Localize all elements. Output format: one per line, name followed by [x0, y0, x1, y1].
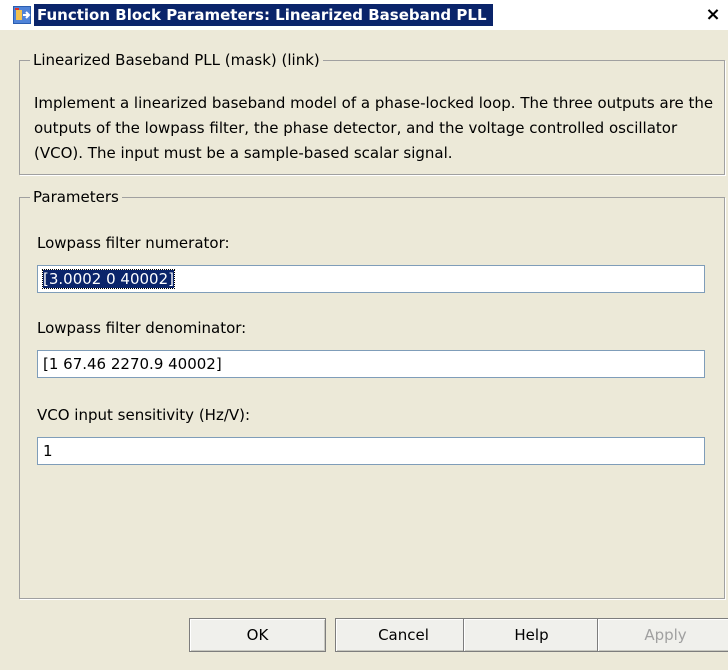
mask-description-legend: Linearized Baseband PLL (mask) (link) — [30, 51, 323, 69]
ok-button[interactable]: OK — [189, 618, 326, 652]
parameters-legend: Parameters — [30, 188, 122, 206]
numerator-value: [3.0002 0 40002] — [42, 269, 175, 289]
mask-description-text: Implement a linearized baseband model of… — [34, 94, 714, 162]
numerator-label: Lowpass filter numerator: — [37, 234, 230, 252]
help-button[interactable]: Help — [463, 618, 600, 652]
cancel-button[interactable]: Cancel — [335, 618, 472, 652]
denominator-field[interactable]: [1 67.46 2270.9 40002] — [37, 350, 705, 378]
vco-sensitivity-field[interactable]: 1 — [37, 437, 705, 465]
parameters-group: Parameters — [19, 188, 725, 599]
vco-sensitivity-value: 1 — [43, 442, 53, 460]
vco-sensitivity-label: VCO input sensitivity (Hz/V): — [37, 406, 251, 424]
close-button[interactable]: × — [702, 6, 724, 26]
numerator-field[interactable]: [3.0002 0 40002] — [37, 265, 705, 293]
apply-button[interactable]: Apply — [597, 618, 728, 652]
close-icon: × — [705, 4, 721, 25]
denominator-value: [1 67.46 2270.9 40002] — [43, 355, 222, 373]
denominator-label: Lowpass filter denominator: — [37, 319, 247, 337]
window-title: Function Block Parameters: Linearized Ba… — [34, 4, 493, 26]
title-bar[interactable]: Function Block Parameters: Linearized Ba… — [0, 0, 728, 30]
mask-description-group: Linearized Baseband PLL (mask) (link) Im… — [19, 51, 725, 175]
simulink-block-icon — [13, 6, 31, 24]
